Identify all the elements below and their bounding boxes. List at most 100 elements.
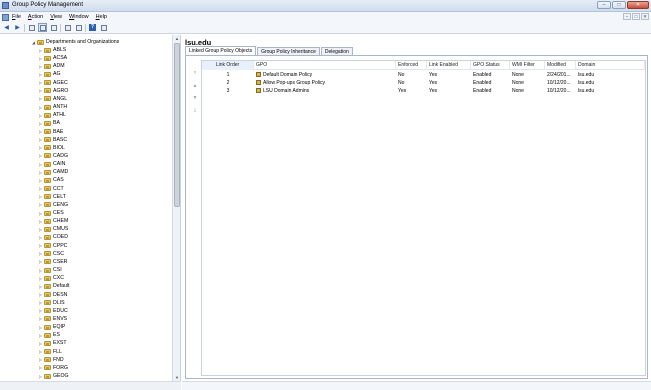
tree-vertical-scrollbar[interactable]: ▲ ▼ (172, 35, 180, 381)
column-header-enforced[interactable]: Enforced (396, 61, 427, 70)
expand-icon[interactable]: ▷ (38, 64, 43, 69)
column-header-link-order[interactable]: Link Order (202, 61, 254, 70)
tree-horizontal-scrollbar[interactable] (0, 381, 181, 390)
expand-icon[interactable]: ▷ (38, 145, 43, 150)
tree-item[interactable]: ▷ EXST (38, 339, 67, 347)
tree-item[interactable]: ▷ CENG (38, 201, 68, 209)
action-pane-button[interactable] (99, 23, 108, 32)
tree-item[interactable]: ▷ BAE (38, 128, 63, 136)
move-down-icon[interactable]: ▼ (191, 95, 199, 102)
properties-button[interactable] (49, 23, 58, 32)
column-header-gpo[interactable]: GPO (254, 61, 396, 70)
tree-item[interactable]: ▷ CSI (38, 266, 62, 274)
menu-help[interactable]: Help (96, 14, 107, 20)
tree-item[interactable]: ▷ CADG (38, 152, 68, 160)
tree-item[interactable]: ▷ FND (38, 356, 64, 364)
tree-item[interactable]: ▷ ACSA (38, 54, 67, 62)
expand-icon[interactable]: ▷ (38, 153, 43, 158)
expand-icon[interactable]: ▷ (38, 349, 43, 354)
tree-item[interactable]: ▷ ES (38, 331, 60, 339)
tree-item[interactable]: ▷ AG (38, 70, 61, 78)
column-header-domain[interactable]: Domain (576, 61, 645, 70)
tree-item[interactable]: ▷ CHEM (38, 217, 68, 225)
tree-item[interactable]: ▷ CSER (38, 258, 67, 266)
expand-icon[interactable]: ▷ (38, 72, 43, 77)
tree-item[interactable]: ▷ BASC (38, 136, 67, 144)
back-button[interactable]: ◀ (2, 23, 11, 32)
table-row[interactable]: 1 Default Domain Policy No Yes Enabled None 2/… (202, 71, 645, 79)
expand-icon[interactable]: ▷ (38, 300, 43, 305)
expand-icon[interactable]: ▷ (38, 235, 43, 240)
tree-item[interactable]: ▷ CSC (38, 250, 64, 258)
expand-icon[interactable]: ▷ (38, 56, 43, 61)
tab-delegation[interactable]: Delegation (320, 47, 353, 55)
expand-icon[interactable]: ▷ (38, 259, 43, 264)
tree-item-departments[interactable]: ◢ Departments and Organizations (31, 38, 119, 46)
expand-icon[interactable]: ▷ (38, 251, 43, 256)
tree-item[interactable]: ▷ AGEC (38, 79, 68, 87)
expand-icon[interactable]: ▷ (38, 121, 43, 126)
expand-icon[interactable]: ▷ (38, 48, 43, 53)
column-header-gpo-status[interactable]: GPO Status (471, 61, 510, 70)
tree-item[interactable]: ▷ ENVS (38, 315, 67, 323)
tree-item[interactable]: ▷ DESN (38, 291, 67, 299)
expand-icon[interactable]: ▷ (38, 341, 43, 346)
maximize-button[interactable]: □ (612, 1, 626, 9)
tree-item[interactable]: ▷ GEOG (38, 372, 69, 380)
menu-view[interactable]: View (50, 14, 62, 20)
move-top-icon[interactable]: ⤒ (191, 71, 199, 78)
tree-item[interactable]: ▷ CAS (38, 176, 64, 184)
scroll-up-icon[interactable]: ▲ (173, 35, 181, 42)
expand-icon[interactable]: ▷ (38, 243, 43, 248)
table-row[interactable]: 2 Allow Pop-ups Group Policy No Yes Enabled N… (202, 79, 645, 87)
export-button[interactable] (74, 23, 83, 32)
scroll-thumb[interactable] (174, 43, 180, 207)
mdi-minimize-button[interactable]: – (623, 13, 631, 20)
column-header-link-enabled[interactable]: Link Enabled (427, 61, 471, 70)
tree-item[interactable]: ▷ BIOL (38, 144, 65, 152)
tree-item[interactable]: ▷ CXC (38, 274, 64, 282)
tree-item[interactable]: ▷ CAIN (38, 160, 65, 168)
tab-gp-inheritance[interactable]: Group Policy Inheritance (257, 47, 320, 55)
expand-icon[interactable]: ▷ (38, 357, 43, 362)
move-bottom-icon[interactable]: ⤓ (191, 107, 199, 114)
forward-button[interactable]: ▶ (13, 23, 22, 32)
tree-item[interactable]: ▷ CES (38, 209, 64, 217)
expand-icon[interactable]: ▷ (38, 325, 43, 330)
tree-item[interactable]: ▷ ATHL (38, 111, 66, 119)
tree-item[interactable]: ▷ BA (38, 119, 60, 127)
expand-icon[interactable]: ▷ (38, 88, 43, 93)
expand-icon[interactable]: ▷ (38, 194, 43, 199)
minimize-button[interactable]: – (597, 1, 611, 9)
expand-icon[interactable]: ▷ (38, 80, 43, 85)
menu-file[interactable]: File (12, 14, 21, 20)
expand-icon[interactable]: ▷ (38, 186, 43, 191)
expand-icon[interactable]: ▷ (38, 96, 43, 101)
tree-item[interactable]: ▷ CAMD (38, 168, 68, 176)
expand-icon[interactable]: ▷ (38, 105, 43, 110)
tree-item[interactable]: ▷ ANGL (38, 95, 67, 103)
menu-action[interactable]: Action (28, 14, 43, 20)
expand-icon[interactable]: ▷ (38, 268, 43, 273)
tree-item[interactable]: ▷ ABLS (38, 46, 66, 54)
expand-icon[interactable]: ▷ (38, 129, 43, 134)
tree-item[interactable]: ▷ FLL (38, 348, 62, 356)
move-up-icon[interactable]: ▲ (191, 83, 199, 90)
expand-icon[interactable]: ▷ (38, 162, 43, 167)
console-icon[interactable] (2, 13, 9, 21)
up-folder-button[interactable] (27, 23, 36, 32)
refresh-button[interactable] (63, 23, 72, 32)
collapse-icon[interactable]: ◢ (31, 40, 36, 45)
table-row[interactable]: 3 LSU Domain Admins Yes Yes Enabled None 10/12… (202, 87, 645, 95)
column-header-wmi-filter[interactable]: WMI Filter (510, 61, 545, 70)
expand-icon[interactable]: ▷ (38, 284, 43, 289)
tree-item[interactable]: ▷ FORG (38, 364, 68, 372)
expand-icon[interactable]: ▷ (38, 170, 43, 175)
tree-item[interactable]: ▷ EQIP (38, 323, 65, 331)
scroll-down-icon[interactable]: ▼ (173, 374, 181, 381)
tree-item[interactable]: ▷ EDUC (38, 307, 68, 315)
tab-linked-gpos[interactable]: Linked Group Policy Objects (185, 46, 257, 55)
expand-icon[interactable]: ▷ (38, 333, 43, 338)
expand-icon[interactable]: ▷ (38, 276, 43, 281)
tree-item[interactable]: ▷ CELT (38, 193, 66, 201)
